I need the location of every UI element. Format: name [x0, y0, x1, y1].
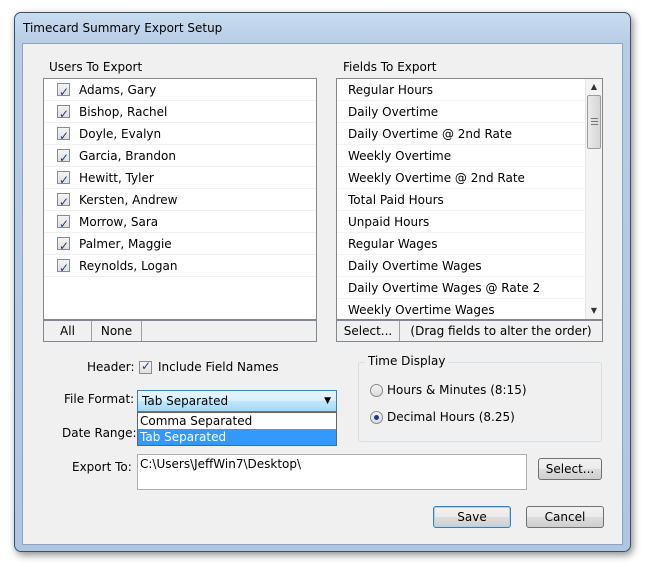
radio-dot — [374, 415, 379, 420]
grip-line — [591, 121, 598, 122]
file-format-dropdown[interactable]: Comma Separated Tab Separated — [137, 412, 337, 446]
user-checkbox[interactable]: ✓ — [57, 237, 70, 253]
user-row[interactable]: ✓ Kersten, Andrew — [44, 189, 316, 211]
user-name: Reynolds, Logan — [79, 259, 178, 273]
grip-line — [591, 118, 598, 119]
user-row[interactable]: ✓ Doyle, Evalyn — [44, 123, 316, 145]
field-item[interactable]: Daily Overtime Wages @ Rate 2 — [337, 277, 602, 299]
user-checkbox[interactable]: ✓ — [57, 259, 70, 275]
check-icon: ✓ — [59, 239, 70, 253]
check-icon: ✓ — [59, 85, 70, 99]
chevron-down-icon: ▼ — [324, 396, 331, 406]
user-checkbox[interactable]: ✓ — [57, 105, 70, 121]
export-path-field[interactable]: C:\Users\JeffWin7\Desktop\ — [137, 454, 527, 490]
user-row[interactable]: ✓ Reynolds, Logan — [44, 255, 316, 277]
drag-hint: (Drag fields to alter the order) — [410, 324, 592, 338]
user-name: Hewitt, Tyler — [79, 171, 154, 185]
include-field-names-label: Include Field Names — [158, 360, 279, 374]
field-item[interactable]: Weekly Overtime — [337, 145, 602, 167]
user-row[interactable]: ✓ Adams, Gary — [44, 79, 316, 101]
user-row[interactable]: ✓ Hewitt, Tyler — [44, 167, 316, 189]
field-item[interactable]: Unpaid Hours — [337, 211, 602, 233]
user-checkbox[interactable]: ✓ — [57, 83, 70, 99]
cancel-button[interactable]: Cancel — [526, 506, 604, 528]
check-icon: ✓ — [141, 359, 152, 373]
user-checkbox[interactable]: ✓ — [57, 127, 70, 143]
user-name: Adams, Gary — [79, 83, 157, 97]
users-listbox[interactable]: ✓ Adams, Gary ✓ Bishop, Rachel ✓ Doyle, … — [43, 78, 317, 320]
check-icon: ✓ — [59, 173, 70, 187]
select-all-button[interactable]: All — [44, 321, 92, 341]
date-range-label: Date Range: — [62, 426, 137, 440]
fields-heading: Fields To Export — [343, 60, 437, 74]
field-item[interactable]: Daily Overtime @ 2nd Rate — [337, 123, 602, 145]
select-none-button[interactable]: None — [92, 321, 142, 341]
user-name: Doyle, Evalyn — [79, 127, 162, 141]
save-button[interactable]: Save — [433, 506, 511, 528]
user-name: Kersten, Andrew — [79, 193, 178, 207]
header-label: Header: — [87, 360, 135, 374]
user-row[interactable]: ✓ Bishop, Rachel — [44, 101, 316, 123]
check-icon: ✓ — [59, 217, 70, 231]
user-name: Morrow, Sara — [79, 215, 159, 229]
export-select-button[interactable]: Select... — [538, 458, 602, 480]
hours-minutes-label: Hours & Minutes (8:15) — [387, 383, 527, 397]
scroll-down-icon[interactable]: ▼ — [586, 303, 602, 319]
decimal-hours-label: Decimal Hours (8.25) — [387, 410, 515, 424]
user-name: Bishop, Rachel — [79, 105, 168, 119]
file-format-option[interactable]: Comma Separated — [138, 413, 336, 429]
user-row[interactable]: ✓ Garcia, Brandon — [44, 145, 316, 167]
fields-select-button[interactable]: Select... — [337, 321, 400, 341]
user-row[interactable]: ✓ Palmer, Maggie — [44, 233, 316, 255]
user-row[interactable]: ✓ Morrow, Sara — [44, 211, 316, 233]
file-format-selected: Tab Separated — [142, 394, 229, 408]
field-item[interactable]: Regular Wages — [337, 233, 602, 255]
check-icon: ✓ — [59, 195, 70, 209]
check-icon: ✓ — [59, 261, 70, 275]
scroll-thumb[interactable] — [587, 95, 601, 149]
window-title: Timecard Summary Export Setup — [23, 21, 223, 35]
field-item[interactable]: Weekly Overtime Wages — [337, 299, 602, 319]
user-checkbox[interactable]: ✓ — [57, 171, 70, 187]
dialog-client-area: Users To Export ✓ Adams, Gary ✓ Bishop, … — [22, 43, 623, 545]
file-format-combo[interactable]: Tab Separated ▼ — [137, 390, 337, 412]
user-name: Garcia, Brandon — [79, 149, 176, 163]
users-heading: Users To Export — [49, 60, 143, 74]
field-item[interactable]: Daily Overtime Wages — [337, 255, 602, 277]
field-item[interactable]: Regular Hours — [337, 79, 602, 101]
check-icon: ✓ — [59, 151, 70, 165]
fields-scrollbar[interactable]: ▲ ▼ — [585, 79, 602, 319]
dialog-window: Timecard Summary Export Setup Users To E… — [14, 12, 631, 552]
users-footer-bar: All None — [43, 320, 317, 342]
fields-footer-bar: Select... (Drag fields to alter the orde… — [336, 320, 603, 342]
user-name: Palmer, Maggie — [79, 237, 172, 251]
hours-minutes-radio[interactable] — [370, 384, 383, 397]
time-display-heading: Time Display — [365, 354, 449, 368]
field-item[interactable]: Daily Overtime — [337, 101, 602, 123]
export-to-label: Export To: — [72, 460, 132, 474]
grip-line — [591, 124, 598, 125]
check-icon: ✓ — [59, 107, 70, 121]
user-checkbox[interactable]: ✓ — [57, 215, 70, 231]
time-display-group — [358, 362, 602, 442]
field-item[interactable]: Weekly Overtime @ 2nd Rate — [337, 167, 602, 189]
field-item[interactable]: Total Paid Hours — [337, 189, 602, 211]
user-checkbox[interactable]: ✓ — [57, 193, 70, 209]
user-checkbox[interactable]: ✓ — [57, 149, 70, 165]
file-format-label: File Format: — [64, 392, 135, 406]
check-icon: ✓ — [59, 129, 70, 143]
decimal-hours-radio[interactable] — [370, 411, 383, 424]
scroll-up-icon[interactable]: ▲ — [586, 79, 602, 95]
file-format-option[interactable]: Tab Separated — [138, 429, 336, 445]
fields-listbox[interactable]: Regular Hours Daily Overtime Daily Overt… — [336, 78, 603, 320]
include-field-names-checkbox[interactable]: ✓ — [139, 359, 152, 374]
